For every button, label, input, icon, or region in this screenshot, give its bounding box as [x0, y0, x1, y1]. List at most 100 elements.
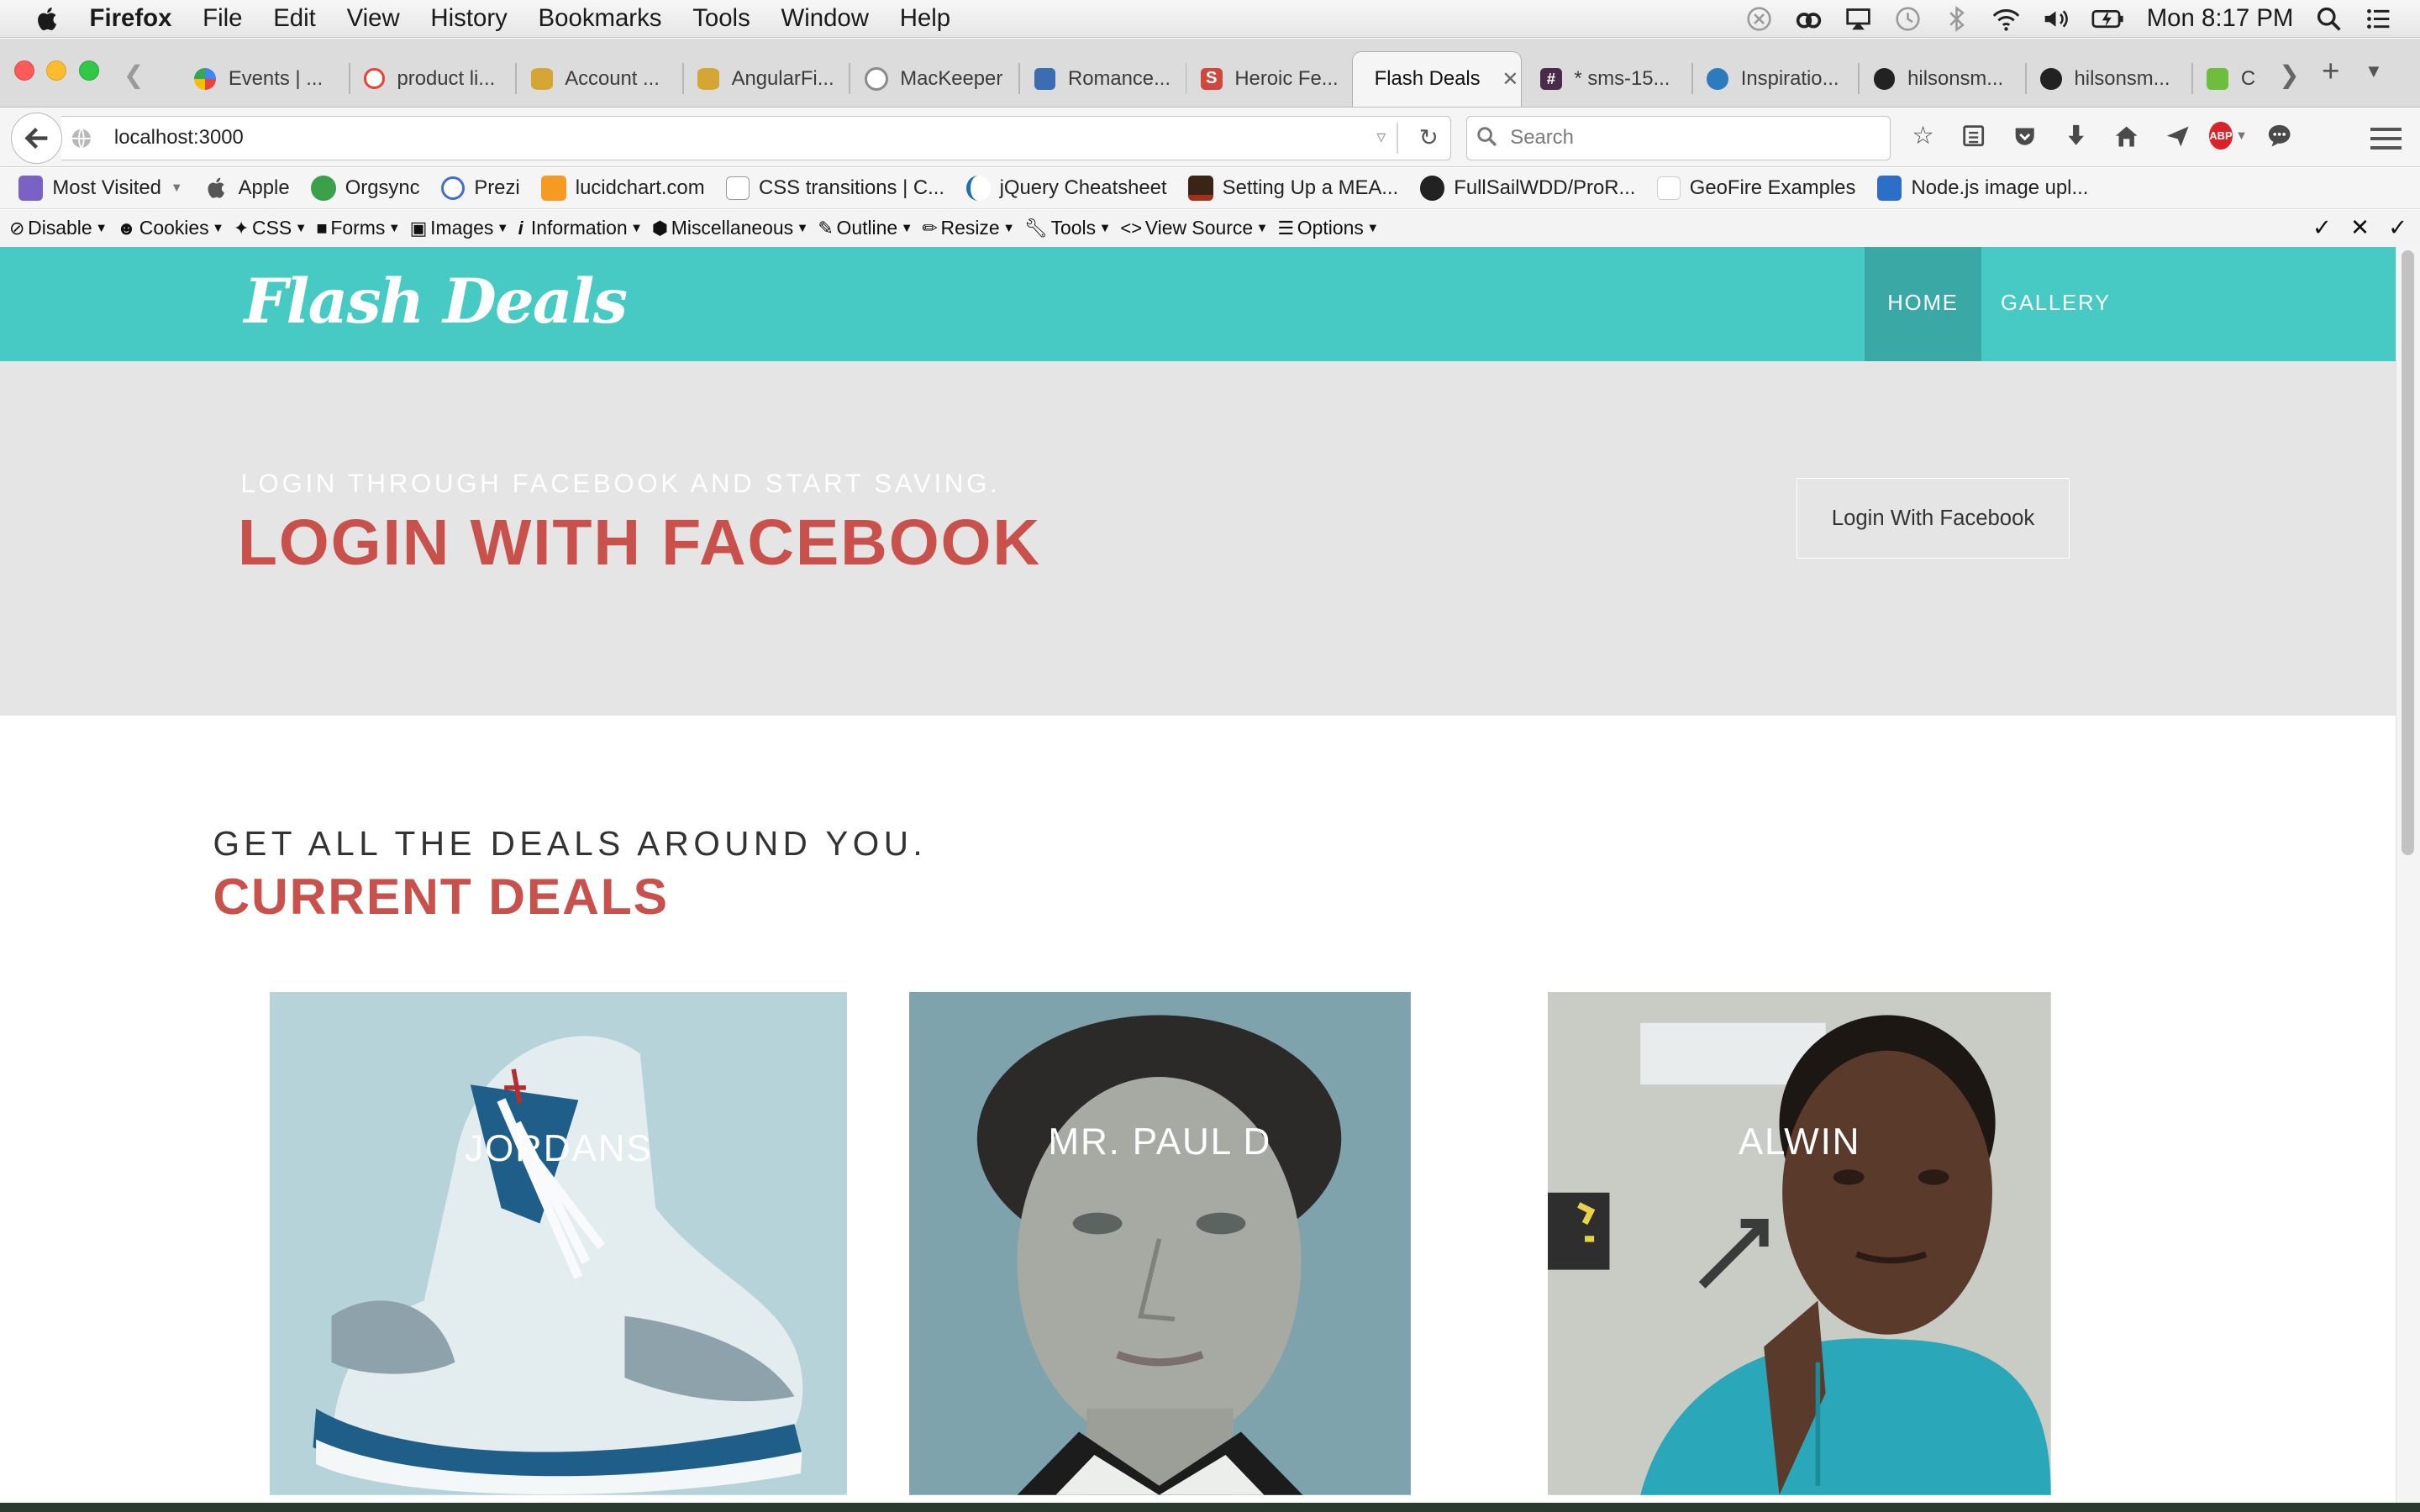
close-icon[interactable]: ✕: [2350, 214, 2370, 241]
home-icon[interactable]: [2112, 120, 2143, 151]
tabs-scroll-left-icon[interactable]: ❮: [124, 60, 145, 90]
downloads-icon[interactable]: [2060, 120, 2091, 151]
bookmark-node-image-upload[interactable]: Node.js image upl...: [1877, 176, 2088, 201]
list-all-tabs-icon[interactable]: ▼: [2365, 60, 2383, 82]
pocket-icon[interactable]: [2009, 120, 2040, 151]
url-history-dropdown-icon[interactable]: ▿: [1376, 126, 1386, 148]
close-tab-icon[interactable]: ✕: [1502, 67, 1518, 92]
menu-view[interactable]: View: [347, 4, 400, 33]
menubar-clock[interactable]: Mon 8:17 PM: [2147, 4, 2294, 33]
tab-account[interactable]: Account ...: [530, 51, 679, 107]
dev-menu-information[interactable]: i Information ▼: [518, 217, 643, 239]
dev-menu-forms[interactable]: ■ Forms ▼: [316, 217, 400, 239]
tab-github-2[interactable]: hilsonsm...: [2040, 51, 2188, 107]
send-tab-icon[interactable]: [2162, 120, 2193, 151]
new-tab-button[interactable]: +: [2322, 54, 2339, 89]
bookmark-lucidchart[interactable]: lucidchart.com: [541, 176, 705, 201]
minimize-window-button[interactable]: [46, 60, 67, 81]
dev-menu-disable[interactable]: ⊘ Disable ▼: [9, 217, 108, 239]
close-window-button[interactable]: [13, 60, 34, 81]
dev-menu-css[interactable]: ✦ CSS ▼: [234, 217, 308, 239]
back-button[interactable]: [10, 113, 62, 164]
search-bar[interactable]: Search: [1465, 115, 1891, 161]
menu-history[interactable]: History: [430, 4, 507, 33]
bookmark-geofire[interactable]: GeoFire Examples: [1657, 176, 1855, 200]
menu-file[interactable]: File: [203, 4, 242, 33]
bookmark-label: Orgsync: [345, 176, 420, 200]
spotlight-search-icon[interactable]: [2315, 5, 2343, 33]
bookmark-apple[interactable]: Apple: [204, 176, 290, 200]
dev-menu-images[interactable]: ▣ Images ▼: [410, 217, 509, 239]
tab-product-list[interactable]: product li...: [364, 51, 512, 107]
notification-center-icon[interactable]: [2365, 5, 2392, 33]
apple-menu-icon[interactable]: [34, 5, 61, 33]
dev-menu-miscellaneous[interactable]: ⬢ Miscellaneous ▼: [652, 217, 808, 239]
dev-menu-options[interactable]: ☰ Options ▼: [1277, 217, 1379, 239]
pencil-icon: ✎: [818, 217, 834, 239]
deals-title: Current Deals: [213, 868, 669, 926]
nav-gallery-link[interactable]: GALLERY: [1981, 247, 2129, 361]
tab-heroic[interactable]: S Heroic Fe...: [1200, 51, 1349, 107]
reload-icon[interactable]: ↻: [1419, 124, 1439, 151]
bookmark-jquery[interactable]: jQuery Cheatsheet: [965, 176, 1167, 201]
volume-icon[interactable]: [2042, 5, 2070, 33]
wifi-icon[interactable]: [1992, 5, 2020, 33]
zoom-window-button[interactable]: [78, 60, 99, 81]
dev-menu-view-source[interactable]: <> View Source ▼: [1120, 217, 1268, 239]
resize-pen-icon: ✏: [922, 217, 938, 239]
menu-edit[interactable]: Edit: [273, 4, 316, 33]
bookmark-mean-setup[interactable]: Setting Up a MEA...: [1188, 176, 1398, 201]
dev-menu-tools[interactable]: 🔧︎ Tools ▼: [1024, 217, 1111, 239]
open-menu-icon[interactable]: [2370, 122, 2402, 155]
bookmark-css-transitions[interactable]: CSS transitions | C...: [726, 176, 944, 200]
css3-icon: [726, 176, 750, 200]
close-circle-icon[interactable]: [1745, 5, 1773, 33]
tab-events[interactable]: Events | ...: [194, 51, 342, 107]
url-bar[interactable]: localhost:3000 ▿ ↻: [61, 115, 1452, 161]
menu-tools[interactable]: Tools: [692, 4, 750, 33]
nav-home-link[interactable]: HOME: [1864, 246, 1982, 361]
site-logo[interactable]: Flash Deals: [244, 265, 628, 338]
deal-card-mr-paul-d[interactable]: MR. PAUL D: [908, 991, 1411, 1495]
tab-flash-deals[interactable]: Flash Deals ✕: [1351, 50, 1522, 107]
menu-window[interactable]: Window: [781, 4, 868, 33]
deal-card-alwin[interactable]: ALWIN: [1548, 991, 2051, 1495]
adblock-plus-icon[interactable]: ABP ▼: [2209, 120, 2248, 151]
site-identity-icon[interactable]: [71, 128, 92, 150]
caret-icon: ▼: [900, 221, 913, 235]
url-text[interactable]: localhost:3000: [114, 126, 244, 150]
tab-mackeeper[interactable]: MacKeeper: [864, 51, 1019, 107]
menu-bookmarks[interactable]: Bookmarks: [539, 4, 662, 33]
tab-sms[interactable]: # * sms-15...: [1540, 51, 1688, 107]
page-scrollbar-thumb[interactable]: [2401, 249, 2414, 855]
tab-inspiration[interactable]: Inspiratio...: [1707, 51, 1854, 107]
dev-menu-cookies[interactable]: ☻ Cookies ▼: [117, 217, 224, 239]
tab-angularfire[interactable]: AngularFi...: [697, 51, 845, 107]
checkmark-icon[interactable]: ✓: [2388, 214, 2407, 241]
deal-card-jordans[interactable]: JORDANS: [270, 991, 848, 1495]
checkmark-icon[interactable]: ✓: [2312, 214, 2332, 241]
bookmark-most-visited[interactable]: Most Visited ▼: [18, 176, 183, 201]
login-facebook-button[interactable]: Login With Facebook: [1796, 478, 2070, 559]
tab-w3[interactable]: C: [2207, 51, 2262, 107]
tab-divider: [1185, 63, 1187, 94]
battery-charging-icon[interactable]: [2091, 5, 2125, 33]
bookmark-orgsync[interactable]: Orgsync: [311, 176, 420, 201]
menu-help[interactable]: Help: [900, 4, 950, 33]
app-menu-firefox[interactable]: Firefox: [90, 4, 172, 33]
dev-menu-resize[interactable]: ✏ Resize ▼: [922, 217, 1014, 239]
caret-icon: ▼: [294, 221, 308, 235]
dev-menu-outline[interactable]: ✎ Outline ▼: [818, 217, 913, 239]
bookmark-prezi[interactable]: Prezi: [441, 176, 520, 201]
bookmark-star-icon[interactable]: ☆: [1907, 120, 1939, 151]
tab-romance[interactable]: Romance...: [1034, 51, 1182, 107]
chat-bubble-icon[interactable]: [2264, 120, 2295, 151]
bookmark-fullsail-github[interactable]: FullSailWDD/ProR...: [1419, 176, 1635, 201]
bluetooth-icon[interactable]: [1943, 5, 1970, 33]
bookmarks-menu-icon[interactable]: [1959, 120, 1990, 151]
tabs-scroll-right-icon[interactable]: ❯: [2279, 60, 2300, 90]
creative-cloud-icon[interactable]: [1795, 5, 1823, 33]
time-machine-icon[interactable]: [1894, 5, 1922, 33]
tab-github-1[interactable]: hilsonsm...: [1873, 51, 2022, 107]
airplay-icon[interactable]: [1844, 5, 1872, 33]
